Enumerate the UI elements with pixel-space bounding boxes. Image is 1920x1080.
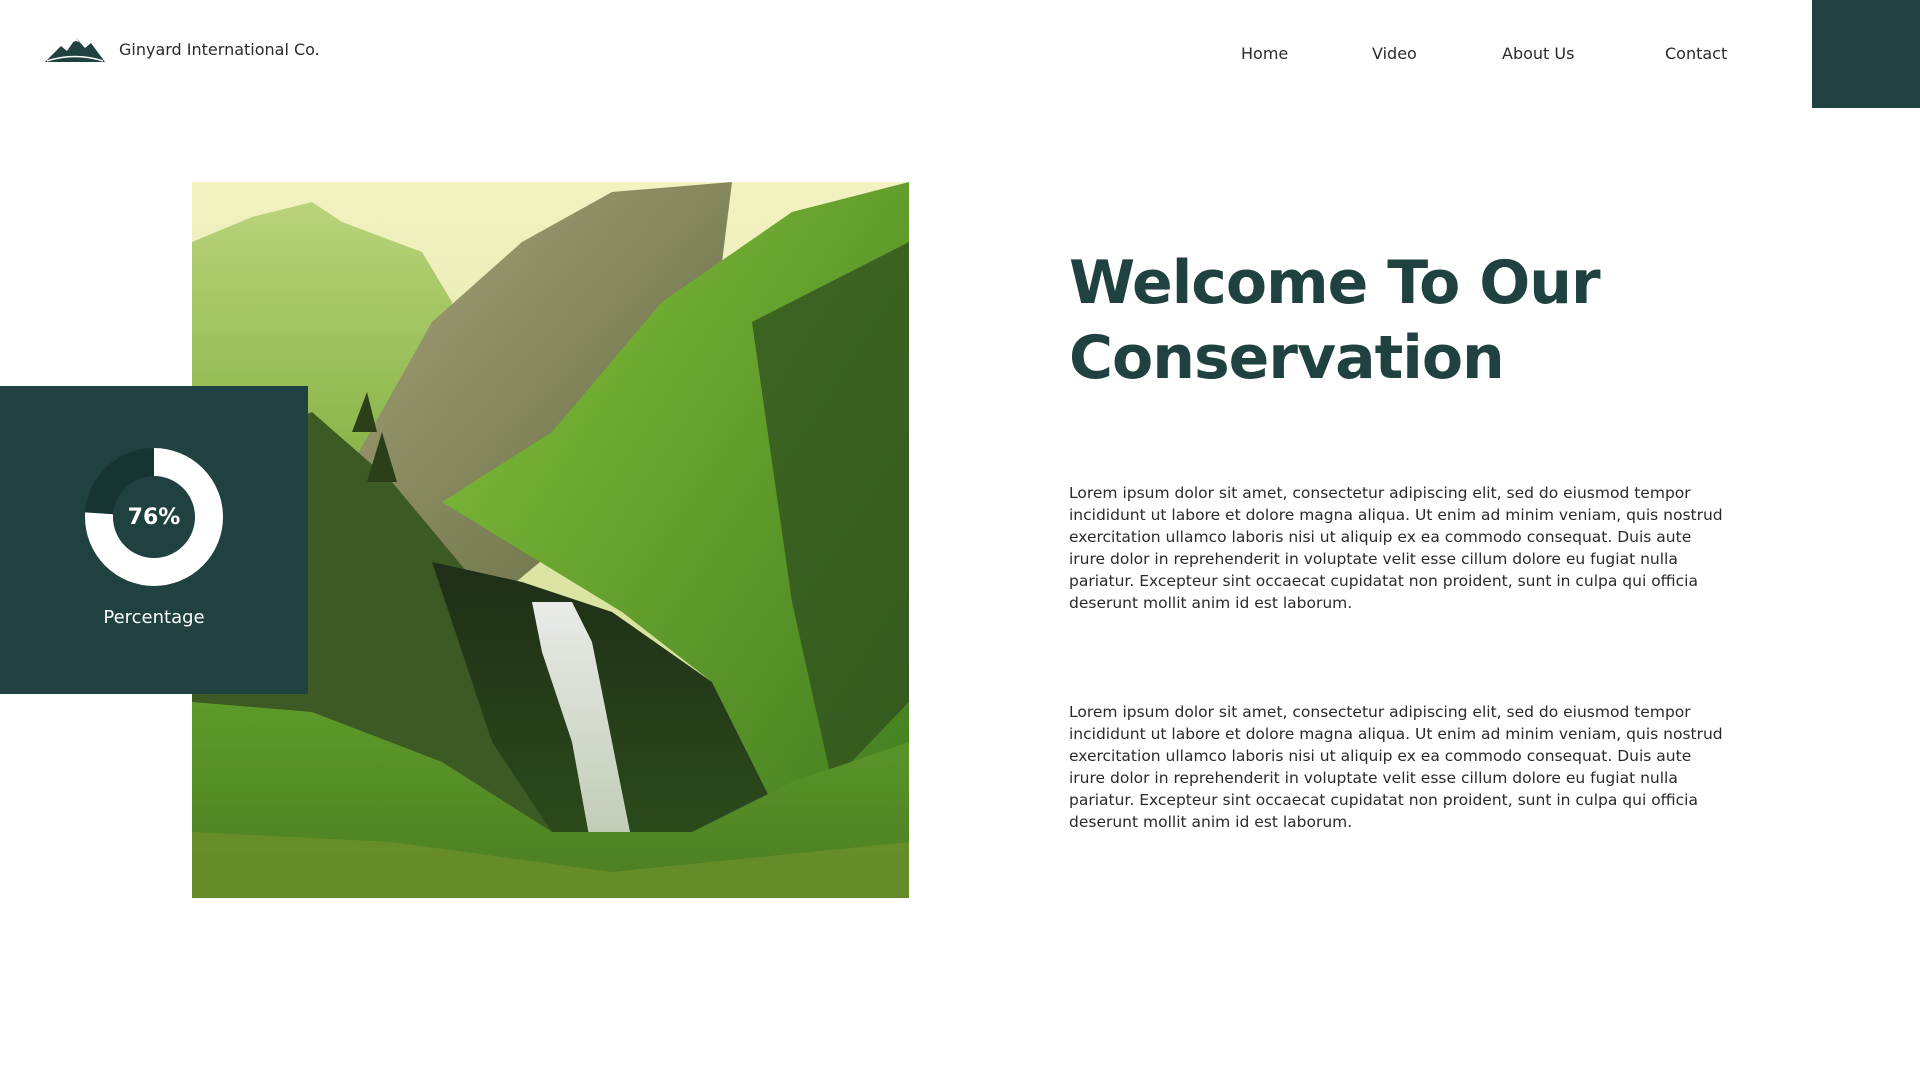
nav-video[interactable]: Video <box>1372 44 1417 63</box>
body-paragraph: Lorem ipsum dolor sit amet, consectetur … <box>1069 703 1723 831</box>
body-paragraph: Lorem ipsum dolor sit amet, consectetur … <box>1069 484 1723 612</box>
percentage-value: 76% <box>127 504 181 530</box>
nav-home[interactable]: Home <box>1241 44 1288 63</box>
headline-line-1: Welcome To Our <box>1069 248 1601 318</box>
page-title: Welcome To Our Conservation <box>1069 246 1829 396</box>
corner-accent-block[interactable] <box>1812 0 1920 108</box>
percentage-label: Percentage <box>103 607 205 628</box>
top-nav: Home Video About Us Contact <box>0 0 1920 108</box>
headline-line-2: Conservation <box>1069 323 1505 393</box>
nav-contact[interactable]: Contact <box>1665 44 1727 63</box>
nav-about-us[interactable]: About Us <box>1502 44 1574 63</box>
